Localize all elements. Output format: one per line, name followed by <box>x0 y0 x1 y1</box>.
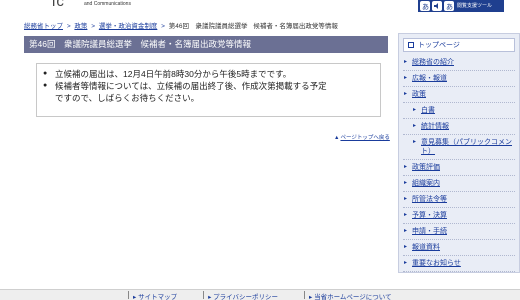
sidebar-item-about[interactable]: 総務省の紹介 <box>403 55 515 71</box>
furigana-icon[interactable]: あ <box>420 1 430 11</box>
sidebar-item-evaluation[interactable]: 政策評価 <box>403 160 515 176</box>
sidebar-item-label: 申請・手続 <box>412 228 447 235</box>
sidebar-item-budget[interactable]: 予算・決算 <box>403 208 515 224</box>
breadcrumb-current-sub: 候補者・名簿届出政党等情報 <box>253 23 338 30</box>
sidebar-item-press-release[interactable]: 報道資料 <box>403 240 515 256</box>
arrow-up-icon: ▲ <box>334 135 340 141</box>
footer-divider <box>304 291 306 299</box>
breadcrumb-link-top[interactable]: 総務省トップ <box>24 23 63 30</box>
sidebar: トップページ 総務省の紹介 広報・報道 政策 白書 統計情報 意見募集（パブリッ… <box>398 33 520 273</box>
sidebar-item-label: 予算・決算 <box>412 212 447 219</box>
breadcrumb-sep: > <box>91 23 96 30</box>
sidebar-item-public-comment[interactable]: 意見募集（パブリックコメント） <box>403 135 515 160</box>
sidebar-item-label: 所管法令等 <box>412 196 447 203</box>
sidebar-item-label: 政策 <box>412 91 426 98</box>
footer-link-privacy[interactable]: プライバシーポリシー <box>208 291 278 300</box>
sidebar-item-label: 意見募集（パブリックコメント） <box>421 139 512 155</box>
sidebar-top-link[interactable]: トップページ <box>403 38 515 52</box>
notice-text: 候補者等情報については、立候補の届出終了後、作成次第掲載する予定 <box>55 81 327 91</box>
site-tagline: and Communications <box>84 1 131 7</box>
svg-text:あ: あ <box>422 3 429 10</box>
footer: サイトマップ プライバシーポリシー 当省ホームページについて <box>0 289 520 300</box>
site-header: ic and Communications あ あ 閲覧支援ツール <box>0 0 520 14</box>
notice-text: ですので、しばらくお待ちください。 <box>55 93 200 103</box>
svg-text:あ: あ <box>446 3 453 10</box>
sidebar-item-notices[interactable]: 重要なお知らせ <box>403 256 515 272</box>
footer-links: サイトマップ プライバシーポリシー 当省ホームページについて <box>128 291 418 300</box>
footer-link-sitemap[interactable]: サイトマップ <box>133 291 177 300</box>
breadcrumb-link-election[interactable]: 選挙・政治資金制度 <box>99 23 158 30</box>
sidebar-item-press[interactable]: 広報・報道 <box>403 71 515 87</box>
sidebar-item-label: 政策評価 <box>412 164 440 171</box>
page-top-link[interactable]: ▲ページトップへ戻る <box>334 133 390 141</box>
breadcrumb-sep: > <box>161 23 165 30</box>
sidebar-item-label: 組織案内 <box>412 180 440 187</box>
footer-divider <box>203 291 205 299</box>
site-logo[interactable]: ic <box>52 0 65 10</box>
speaker-icon[interactable] <box>432 1 442 11</box>
text-resize-icon[interactable]: あ <box>444 1 454 11</box>
sidebar-item-policy[interactable]: 政策 <box>403 87 515 103</box>
sidebar-top-label: トップページ <box>418 42 460 49</box>
sidebar-item-label: 重要なお知らせ <box>412 260 461 267</box>
sidebar-item-laws[interactable]: 所管法令等 <box>403 192 515 208</box>
sidebar-item-label: 総務省の紹介 <box>412 59 454 66</box>
sidebar-item-whitepaper[interactable]: 白書 <box>403 103 515 119</box>
footer-link-about-site[interactable]: 当省ホームページについて <box>309 291 391 300</box>
sidebar-item-label: 報道資料 <box>412 244 440 251</box>
sidebar-item-label: 広報・報道 <box>412 75 447 82</box>
page-top-label: ページトップへ戻る <box>340 135 390 141</box>
breadcrumb-sep: > <box>66 23 71 30</box>
square-icon <box>408 42 414 48</box>
sidebar-item-label: 白書 <box>421 107 435 114</box>
sidebar-item-organization[interactable]: 組織案内 <box>403 176 515 192</box>
breadcrumb: 総務省トップ > 政策 > 選挙・政治資金制度 > 第46回 衆議院議員総選挙 … <box>24 20 338 30</box>
breadcrumb-link-policy[interactable]: 政策 <box>74 23 87 30</box>
notice-item: 立候補の届出は、12月4日午前8時30分から午後5時までです。 <box>43 68 374 80</box>
notice-item: 候補者等情報については、立候補の届出終了後、作成次第掲載する予定 ですので、しば… <box>43 80 374 104</box>
sidebar-item-applications[interactable]: 申請・手続 <box>403 224 515 240</box>
tools-label: 閲覧支援ツール <box>457 2 493 9</box>
accessibility-tools[interactable]: あ あ 閲覧支援ツール <box>418 0 504 12</box>
notice-box: 立候補の届出は、12月4日午前8時30分から午後5時までです。 候補者等情報につ… <box>36 63 381 117</box>
sidebar-item-label: 統計情報 <box>421 123 449 130</box>
footer-divider <box>128 291 129 299</box>
page-title: 第46回 衆議院議員総選挙 候補者・名簿届出政党等情報 <box>24 36 388 53</box>
sidebar-item-statistics[interactable]: 統計情報 <box>403 119 515 135</box>
breadcrumb-current: 第46回 衆議院議員総選挙 <box>168 23 248 30</box>
